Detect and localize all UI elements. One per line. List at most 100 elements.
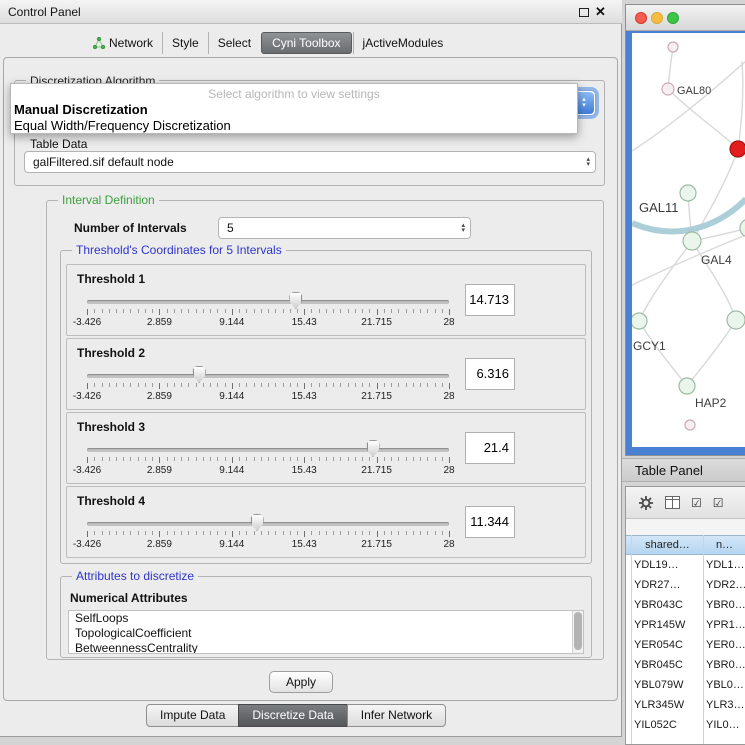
tab-style[interactable]: Style	[162, 32, 208, 54]
columns-icon[interactable]	[665, 496, 680, 509]
close-icon[interactable]: ✕	[595, 4, 606, 20]
tab-network[interactable]: Network	[84, 32, 162, 54]
zoom-traffic-light-icon[interactable]	[667, 12, 679, 24]
scrollbar-thumb[interactable]	[574, 612, 582, 650]
numerical-attributes-list[interactable]: SelfLoopsTopologicalCoefficientBetweenne…	[68, 610, 584, 654]
network-node[interactable]	[683, 232, 701, 250]
slider-thumb[interactable]	[367, 440, 380, 457]
algorithm-option[interactable]: Manual Discretization	[11, 102, 577, 118]
slider-tick	[377, 457, 378, 463]
slider-tick	[210, 383, 211, 387]
slider-tick	[145, 309, 146, 313]
attribute-item[interactable]: BetweennessCentrality	[69, 641, 583, 654]
threshold-slider[interactable]: -3.4262.8599.14415.4321.71528	[87, 363, 449, 409]
slider-tick	[355, 531, 356, 535]
combobox-stepper[interactable]: ▴ ▾	[461, 223, 465, 233]
tab-discretize-data[interactable]: Discretize Data	[238, 704, 347, 727]
network-node[interactable]	[679, 378, 695, 394]
arrow-down-icon: ▾	[461, 228, 465, 233]
slider-track[interactable]	[87, 448, 449, 452]
network-node[interactable]	[668, 42, 678, 52]
slider-tick	[94, 309, 95, 313]
threshold-value-field[interactable]: 11.344	[465, 506, 515, 538]
network-node[interactable]	[662, 83, 674, 95]
checkbox-icon[interactable]: ☑	[713, 496, 724, 510]
network-window-titlebar[interactable]	[626, 5, 745, 31]
table-row[interactable]: YER054CYER0…	[626, 635, 745, 655]
attribute-item[interactable]: TopologicalCoefficient	[69, 626, 583, 641]
close-traffic-light-icon[interactable]	[635, 12, 647, 24]
slider-thumb[interactable]	[289, 292, 302, 309]
threshold-value-field[interactable]: 6.316	[465, 358, 515, 390]
threshold-slider[interactable]: -3.4262.8599.14415.4321.71528	[87, 511, 449, 557]
tab-infer-network[interactable]: Infer Network	[347, 704, 446, 727]
network-node[interactable]	[740, 219, 745, 237]
table-row[interactable]: YPR145WYPR1…	[626, 615, 745, 635]
slider-scale-label: -3.426	[73, 539, 101, 550]
threshold-value-field[interactable]: 14.713	[465, 284, 515, 316]
network-node[interactable]	[727, 311, 745, 329]
control-panel-titlebar[interactable]: Control Panel ✕	[0, 0, 622, 24]
list-scrollbar[interactable]	[572, 611, 583, 653]
table-panel-header[interactable]: Table Panel	[622, 458, 745, 482]
tab-select[interactable]: Select	[208, 32, 260, 54]
slider-tick	[283, 309, 284, 313]
tab-impute-data[interactable]: Impute Data	[146, 704, 239, 727]
threshold-slider[interactable]: -3.4262.8599.14415.4321.71528	[87, 289, 449, 335]
slider-tick	[398, 531, 399, 535]
table-row[interactable]: YBR045CYBR0…	[626, 655, 745, 675]
slider-tick	[94, 457, 95, 461]
algorithm-option[interactable]: Equal Width/Frequency Discretization	[11, 118, 577, 134]
slider-tick	[196, 309, 197, 313]
network-node[interactable]	[685, 420, 695, 430]
network-canvas[interactable]: GAL80GAL11GAL4GCY1HAP2	[632, 33, 745, 447]
slider-tick	[174, 383, 175, 387]
table-row[interactable]: YDR27…YDR2…	[626, 575, 745, 595]
slider-tick	[109, 531, 110, 535]
table-row[interactable]: YDL19…YDL1…	[626, 555, 745, 575]
network-node[interactable]	[680, 185, 696, 201]
slider-tick	[442, 457, 443, 461]
network-node[interactable]	[632, 313, 647, 329]
network-edge[interactable]	[639, 321, 687, 386]
slider-tick	[420, 309, 421, 313]
table-row[interactable]: YBL079WYBL0…	[626, 675, 745, 695]
interval-definition-title: Interval Definition	[58, 193, 159, 207]
slider-track[interactable]	[87, 300, 449, 304]
threshold-box: Threshold 2-3.4262.8599.14415.4321.71528…	[66, 338, 586, 410]
table-row[interactable]: YLR345WYLR3…	[626, 695, 745, 715]
network-edge[interactable]	[738, 61, 743, 149]
slider-scale-label: 15.43	[292, 539, 317, 550]
minimize-traffic-light-icon[interactable]	[651, 12, 663, 24]
slider-scale-label: 21.715	[361, 465, 392, 476]
network-edge[interactable]	[639, 241, 692, 321]
table-row[interactable]: YBR043CYBR0…	[626, 595, 745, 615]
gear-icon[interactable]	[638, 495, 654, 511]
number-of-intervals-combobox[interactable]: 5 ▴ ▾	[218, 217, 471, 239]
checkbox-icon[interactable]: ☑	[691, 496, 702, 510]
table-data-combobox[interactable]: galFiltered.sif default node ▴ ▾	[24, 151, 596, 173]
attribute-item[interactable]: SelfLoops	[69, 611, 583, 626]
combobox-stepper[interactable]: ▴ ▾	[586, 157, 590, 167]
float-window-icon[interactable]	[579, 8, 589, 17]
slider-tick	[116, 531, 117, 535]
slider-thumb[interactable]	[193, 366, 206, 383]
tab-jactivemodules[interactable]: jActiveModules	[353, 32, 453, 54]
column-header-shared-name[interactable]: shared…	[631, 536, 703, 556]
threshold-value-field[interactable]: 21.4	[465, 432, 515, 464]
table-cell-shared-name: YDL19…	[634, 555, 702, 575]
threshold-slider[interactable]: -3.4262.8599.14415.4321.71528	[87, 437, 449, 483]
slider-tick	[123, 383, 124, 387]
slider-thumb[interactable]	[251, 514, 264, 531]
slider-tick	[435, 309, 436, 313]
network-edge[interactable]	[632, 61, 745, 151]
slider-track[interactable]	[87, 522, 449, 526]
apply-button[interactable]: Apply	[269, 671, 333, 693]
table-row[interactable]: YIL052CYIL0…	[626, 715, 745, 735]
network-edge[interactable]	[687, 320, 736, 386]
network-node-selected[interactable]	[730, 141, 745, 157]
tab-cyni-toolbox[interactable]: Cyni Toolbox	[261, 32, 351, 54]
slider-track[interactable]	[87, 374, 449, 378]
slider-tick	[369, 457, 370, 461]
column-header-name[interactable]: n…	[703, 536, 745, 556]
